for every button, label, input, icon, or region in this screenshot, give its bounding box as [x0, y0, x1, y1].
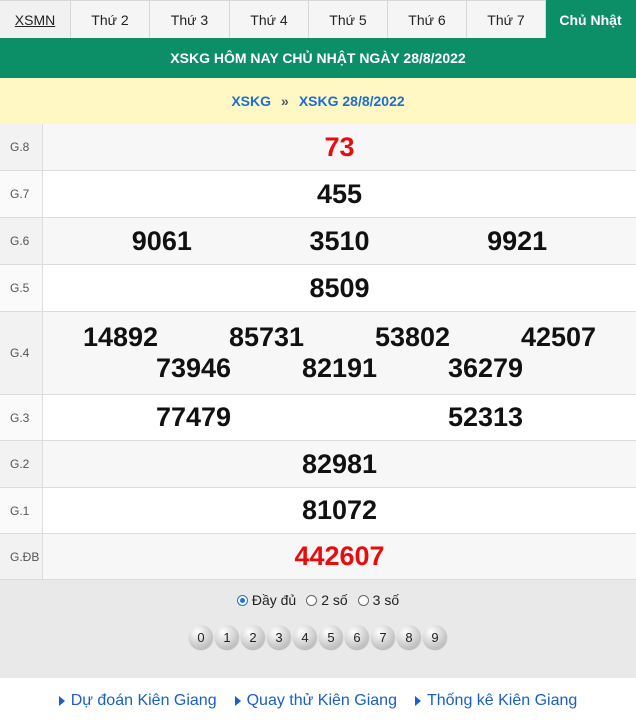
- triangle-right-icon: [58, 696, 65, 706]
- prize-value: 82981: [43, 441, 636, 487]
- digit-ball-8[interactable]: 8: [397, 625, 421, 649]
- prize-value: 52313: [447, 402, 524, 432]
- prize-row-g1: G.1 81072: [0, 488, 636, 534]
- prize-value: 9921: [487, 225, 548, 256]
- digit-ball-9[interactable]: 9: [423, 625, 447, 649]
- option-label: 2 số: [321, 592, 348, 608]
- prize-label: G.ĐB: [0, 534, 43, 579]
- breadcrumb-link-xskg[interactable]: XSKG: [231, 93, 271, 109]
- prize-values: 9061 3510 9921: [43, 218, 636, 264]
- digit-ball-7[interactable]: 7: [371, 625, 395, 649]
- option-label: Đầy đủ: [251, 592, 297, 608]
- prize-label: G.1: [0, 488, 43, 533]
- prize-value: 85731: [228, 322, 305, 352]
- option-3-digits[interactable]: 3 số: [357, 592, 400, 608]
- prize-label: G.2: [0, 441, 43, 487]
- prize-value: 53802: [374, 322, 451, 352]
- radio-full[interactable]: [236, 594, 248, 606]
- digit-ball-0[interactable]: 0: [189, 625, 213, 649]
- prize-value: 77479: [155, 402, 232, 432]
- tab-thu-5[interactable]: Thứ 5: [309, 0, 388, 38]
- link-label: Thống kê Kiên Giang: [426, 692, 578, 709]
- prize-value: 9061: [131, 225, 192, 256]
- prize-value: 8509: [309, 272, 370, 303]
- prize-value: 3510: [309, 225, 370, 256]
- triangle-right-icon: [234, 696, 241, 706]
- special-prize-value: 442607: [43, 534, 636, 579]
- tab-chu-nhat[interactable]: Chủ Nhật: [546, 0, 636, 38]
- prize-label: G.7: [0, 171, 43, 217]
- digit-ball-5[interactable]: 5: [319, 625, 343, 649]
- link-label: Quay thử Kiên Giang: [246, 692, 397, 709]
- digit-filter: 0 1 2 3 4 5 6 7 8 9: [0, 625, 636, 649]
- breadcrumb: XSKG » XSKG 28/8/2022: [0, 78, 636, 124]
- prize-row-g8: G.8 73: [0, 124, 636, 171]
- prize-label: G.3: [0, 395, 43, 440]
- prize-row-g5: G.5 8509: [0, 265, 636, 312]
- radio-2-digits[interactable]: [306, 594, 318, 606]
- tab-thu-7[interactable]: Thứ 7: [467, 0, 546, 38]
- display-mode-options: Đầy đủ 2 số 3 số: [0, 592, 636, 608]
- prize-value: 81072: [301, 495, 378, 525]
- option-full[interactable]: Đầy đủ: [236, 592, 297, 608]
- display-controls: Đầy đủ 2 số 3 số 0 1 2 3 4 5 6 7 8 9: [0, 580, 636, 678]
- prize-value: 73946: [155, 353, 232, 383]
- prize-row-gdb: G.ĐB 442607: [0, 534, 636, 580]
- prize-line: 14892 85731 53802 42507: [43, 322, 636, 353]
- prize-value: 455: [316, 178, 363, 209]
- option-label: 3 số: [372, 592, 400, 608]
- prize-row-g7: G.7 455: [0, 171, 636, 218]
- footer-links: Dự đoán Kiên Giang Quay thử Kiên Giang T…: [0, 678, 636, 724]
- tab-xsmn[interactable]: XSMN: [0, 0, 71, 38]
- prize-value: 82191: [301, 353, 378, 383]
- prize-line: 73946 82191 36279: [43, 353, 636, 384]
- triangle-right-icon: [414, 696, 421, 706]
- prize-values: 14892 85731 53802 42507 73946 82191 3627…: [43, 312, 636, 394]
- breadcrumb-link-date[interactable]: XSKG 28/8/2022: [299, 93, 405, 109]
- prize-row-g3: G.3 77479 52313: [0, 395, 636, 441]
- prize-label: G.5: [0, 265, 43, 311]
- prize-value: 36279: [447, 353, 524, 383]
- link-du-doan[interactable]: Dự đoán Kiên Giang: [58, 692, 217, 710]
- prize-value: 42507: [520, 322, 597, 352]
- day-tabs: XSMN Thứ 2 Thứ 3 Thứ 4 Thứ 5 Thứ 6 Thứ 7…: [0, 0, 636, 38]
- prize-label: G.8: [0, 124, 43, 170]
- prize-values: 77479 52313: [43, 395, 636, 440]
- tab-thu-3[interactable]: Thứ 3: [150, 0, 230, 38]
- page-title: XSKG HÔM NAY CHỦ NHẬT NGÀY 28/8/2022: [0, 38, 636, 78]
- prize-row-g2: G.2 82981: [0, 441, 636, 488]
- results-table: G.8 73 G.7 455 G.6 9061 3510 9921 G.5 85…: [0, 124, 636, 580]
- digit-ball-4[interactable]: 4: [293, 625, 317, 649]
- tab-thu-6[interactable]: Thứ 6: [388, 0, 467, 38]
- link-label: Dự đoán Kiên Giang: [70, 692, 217, 709]
- link-quay-thu[interactable]: Quay thử Kiên Giang: [234, 692, 397, 710]
- prize-label: G.4: [0, 312, 43, 394]
- tab-thu-2[interactable]: Thứ 2: [71, 0, 150, 38]
- option-2-digits[interactable]: 2 số: [306, 592, 348, 608]
- tab-thu-4[interactable]: Thứ 4: [230, 0, 309, 38]
- breadcrumb-separator: »: [281, 93, 289, 109]
- digit-ball-1[interactable]: 1: [215, 625, 239, 649]
- link-thong-ke[interactable]: Thống kê Kiên Giang: [414, 692, 578, 710]
- digit-ball-6[interactable]: 6: [345, 625, 369, 649]
- prize-value: 73: [43, 124, 636, 170]
- digit-ball-2[interactable]: 2: [241, 625, 265, 649]
- prize-row-g6: G.6 9061 3510 9921: [0, 218, 636, 265]
- prize-label: G.6: [0, 218, 43, 264]
- prize-value: 14892: [82, 322, 159, 352]
- prize-row-g4: G.4 14892 85731 53802 42507 73946 82191 …: [0, 312, 636, 395]
- digit-ball-3[interactable]: 3: [267, 625, 291, 649]
- radio-3-digits[interactable]: [357, 594, 369, 606]
